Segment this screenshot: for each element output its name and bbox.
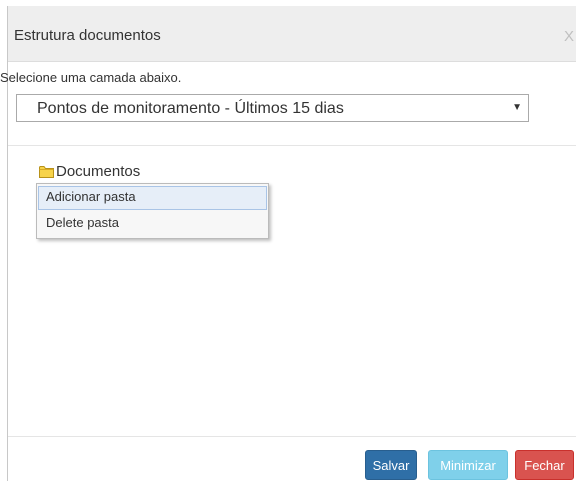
minimize-button[interactable]: Minimizar [428,450,508,480]
menu-item-delete-folder[interactable]: Delete pasta [38,212,267,236]
document-structure-dialog: Estrutura documentos X Selecione uma cam… [0,0,576,481]
close-icon[interactable]: X [564,29,574,45]
folder-icon [39,166,54,178]
save-button[interactable]: Salvar [365,450,417,480]
dialog-title-bar: Estrutura documentos X [8,6,576,62]
layer-select-value: Pontos de monitoramento - Últimos 15 dia… [37,100,344,117]
menu-item-add-folder[interactable]: Adicionar pasta [38,186,267,210]
close-button[interactable]: Fechar [515,450,574,480]
layer-select[interactable]: Pontos de monitoramento - Últimos 15 dia… [16,94,529,122]
dropdown-arrow-icon: ▼ [512,102,522,113]
divider [8,436,576,437]
context-menu: Adicionar pasta Delete pasta [36,183,269,239]
dialog-title: Estrutura documentos [14,27,161,44]
layer-select-label: Selecione uma camada abaixo. [0,70,182,85]
divider [8,145,576,146]
tree-node-label: Documentos [56,163,141,180]
